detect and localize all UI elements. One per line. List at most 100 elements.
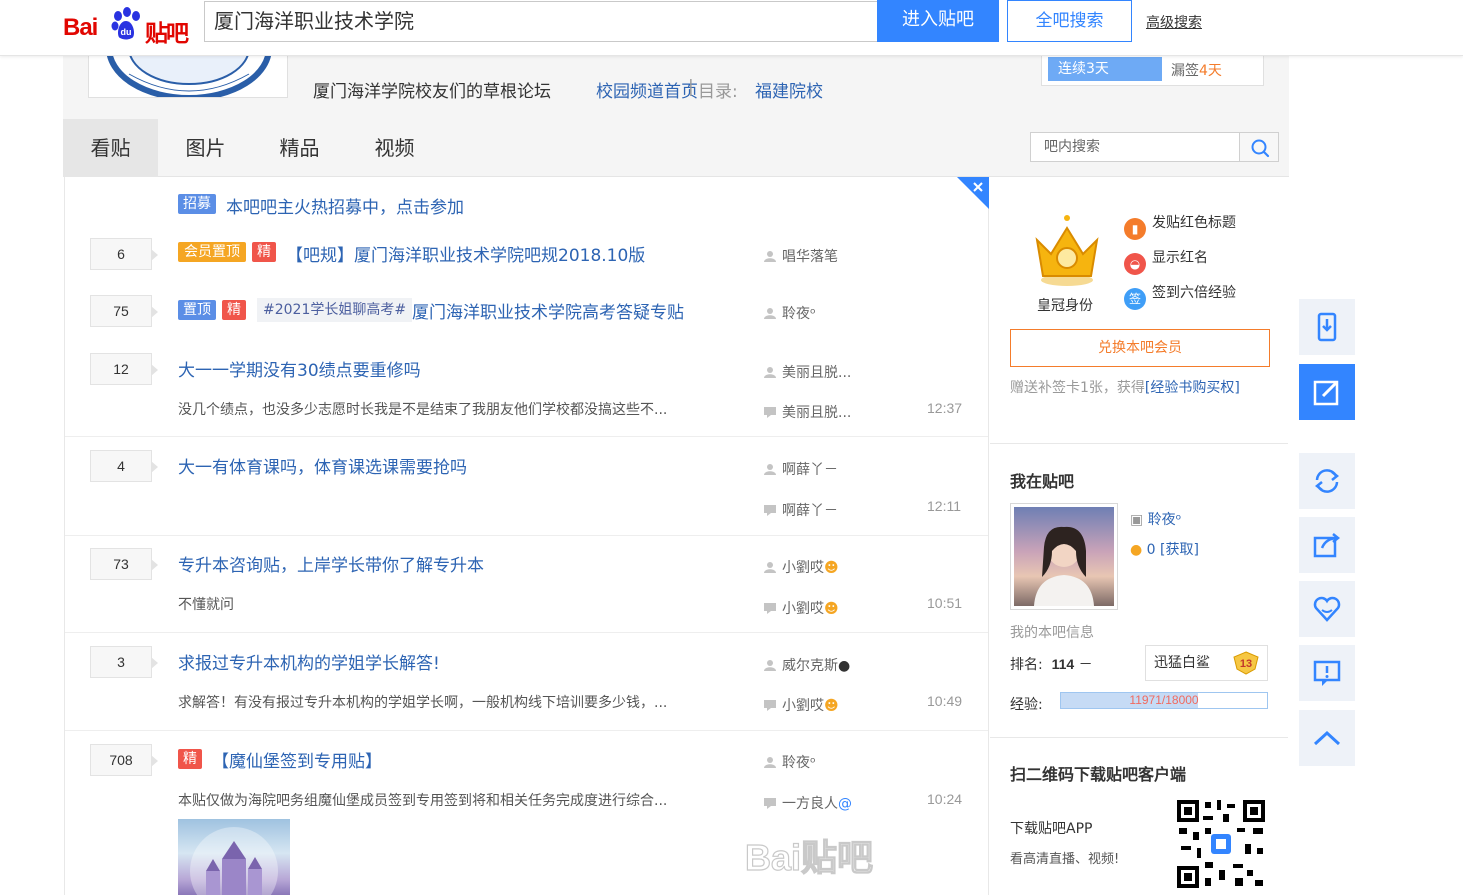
qr-code-icon[interactable] [1175, 798, 1267, 890]
favorite-button[interactable] [1299, 581, 1355, 637]
redeem-vip-button[interactable]: 兑换本吧会员 [1010, 329, 1270, 367]
enter-forum-button[interactable]: 进入贴吧 [877, 0, 999, 42]
tab-images[interactable]: 图片 [168, 119, 243, 177]
topic-hashtag[interactable]: #2021学长姐聊高考# [257, 298, 413, 322]
user-icon [764, 308, 776, 319]
tab-featured[interactable]: 精品 [262, 119, 337, 177]
thread-author[interactable]: 聆夜ᵒ [764, 752, 816, 772]
rank-label: 排名: [1010, 657, 1043, 673]
recruit-title-link[interactable]: 本吧吧主火热招募中，点击参加 [226, 193, 464, 218]
grin-emoji-icon: ☻ [824, 601, 839, 617]
thread-title-link[interactable]: 【吧规】厦门海洋职业技术学院吧规2018.10版 [286, 241, 645, 266]
get-tdou-link[interactable]: [获取] [1160, 542, 1199, 558]
thread-title-link[interactable]: 厦门海洋职业技术学院高考答疑专贴 [412, 298, 684, 323]
thread-abstract: 本贴仅做为海院吧务组魔仙堡成员签到专用签到将和相关任务完成度进行综合... [178, 793, 668, 809]
last-replier[interactable]: 美丽且脱... [764, 402, 851, 422]
user-icon [764, 367, 776, 378]
featured-tag: 精 [222, 300, 246, 320]
school-seal-icon [106, 56, 272, 97]
tab-videos[interactable]: 视频 [357, 119, 432, 177]
forum-search-input[interactable]: 吧内搜索 [1030, 132, 1240, 162]
last-replier[interactable]: 一方良人@ [764, 793, 852, 813]
tab-posts[interactable]: 看贴 [63, 119, 158, 177]
all-forum-search-button[interactable]: 全吧搜索 [1007, 0, 1132, 42]
advanced-search-link[interactable]: 高级搜索 [1146, 12, 1202, 32]
baidu-tieba-logo[interactable]: Bai du 贴吧 [63, 4, 193, 47]
reply-icon [764, 505, 776, 516]
thread-title-link[interactable]: 大一一学期没有30绩点要重修吗 [178, 356, 421, 381]
row-divider [65, 730, 988, 731]
thread-author[interactable]: 美丽且脱... [764, 362, 851, 382]
member-pin-tag: 会员置顶 [178, 242, 246, 262]
perk-label: 显示红名 [1152, 250, 1208, 266]
author-name: 美丽且脱... [782, 365, 852, 381]
portrait-icon [1034, 526, 1094, 606]
user-icon [764, 251, 776, 262]
username-link[interactable]: ▣ 聆夜ᵒ [1130, 509, 1181, 529]
tdou-coin-icon: ● [1130, 542, 1147, 558]
thread-author[interactable]: 啊薛丫－ [764, 459, 838, 479]
author-name: 聆夜ᵒ [782, 306, 816, 322]
thread-author[interactable]: 小劉哎☻ [764, 557, 839, 577]
level-badge[interactable]: 迅猛白鲨 13 [1145, 645, 1268, 681]
exp-book-link[interactable]: [经验书购买权] [1145, 380, 1240, 396]
replier-name: 啊薛丫－ [782, 503, 838, 519]
close-corner-icon[interactable] [957, 177, 989, 209]
recruit-tag: 招募 [178, 194, 216, 214]
bookmark-icon: ▮ [1124, 218, 1146, 240]
grin-emoji-icon: ☻ [824, 560, 839, 576]
thread-abstract: 求解答！有没有报过专升本机构的学姐学长啊，一般机构线下培训要多少钱，... [178, 695, 668, 711]
reply-icon [764, 700, 776, 711]
thread-title-link[interactable]: 求报过专升本机构的学姐学长解答! [178, 649, 440, 674]
replier-name: 一方良人 [782, 796, 838, 812]
report-button[interactable] [1299, 645, 1355, 701]
write-post-button[interactable] [1299, 364, 1355, 420]
sidebar-divider [990, 443, 1288, 444]
user-icon [764, 660, 776, 671]
replier-name: 美丽且脱... [782, 405, 852, 421]
thread-author[interactable]: 威尔克斯● [764, 655, 850, 675]
sign-missed-days: 4天 [1199, 63, 1222, 79]
thread-title-link[interactable]: 专升本咨询贴，上岸学长带你了解专升本 [178, 551, 484, 576]
reply-time: 10:24 [927, 791, 963, 807]
sign-missed-text: 漏签4天 [1171, 60, 1222, 80]
directory-link[interactable]: 福建院校 [755, 77, 823, 102]
refresh-button[interactable] [1299, 453, 1355, 509]
edit-icon [1313, 380, 1339, 406]
perk-red-name: ◒ 显示红名 [1124, 247, 1208, 275]
campus-channel-link[interactable]: 校园频道首页 [596, 77, 698, 102]
thread-title-link[interactable]: 【魔仙堡签到专用贴】 [212, 747, 382, 772]
search-input[interactable]: 厦门海洋职业技术学院 [204, 1, 878, 42]
vip-note-text: 赠送补签卡1张，获得 [1010, 380, 1145, 396]
sign-continuous-badge[interactable]: 连续3天 [1048, 57, 1162, 81]
row-divider [65, 535, 988, 536]
avatar-photo [1014, 507, 1114, 606]
reply-count: 4 [90, 450, 158, 482]
crown-icon [1035, 215, 1099, 286]
avatar[interactable] [1010, 503, 1118, 610]
thread-author[interactable]: 聆夜ᵒ [764, 303, 816, 323]
thread-author[interactable]: 唱华落笔 [764, 246, 838, 266]
last-replier[interactable]: 小劉哎☻ [764, 598, 839, 618]
share-button[interactable] [1299, 517, 1355, 573]
row-divider [65, 436, 988, 437]
thread-thumbnail-image[interactable] [178, 819, 290, 895]
author-name: 威尔克斯 [782, 658, 838, 674]
thread-title-link[interactable]: 大一有体育课吗，体育课选课需要抢吗 [178, 453, 467, 478]
panda-emoji-icon: ● [838, 658, 851, 674]
pin-tag: 置顶 [178, 300, 216, 320]
thread-abstract: 没几个绩点，也没多少志愿时长我是不是结束了我朋友他们学校都没搞这些不... [178, 402, 668, 418]
author-name: 唱华落笔 [782, 249, 838, 265]
user-icon [764, 464, 776, 475]
featured-tag: 精 [178, 749, 202, 769]
last-replier[interactable]: 啊薛丫－ [764, 500, 838, 520]
last-replier[interactable]: 小劉哎☻ [764, 695, 839, 715]
forum-badge-image [88, 56, 288, 98]
crown-status-label: 皇冠身份 [1037, 298, 1093, 314]
thread-abstract: 不懂就问 [178, 597, 234, 613]
search-icon [1251, 139, 1270, 158]
rank-trend: － [1078, 657, 1093, 673]
back-to-top-button[interactable] [1299, 710, 1355, 766]
download-client-button[interactable] [1299, 299, 1355, 355]
forum-search-button[interactable] [1239, 132, 1279, 162]
